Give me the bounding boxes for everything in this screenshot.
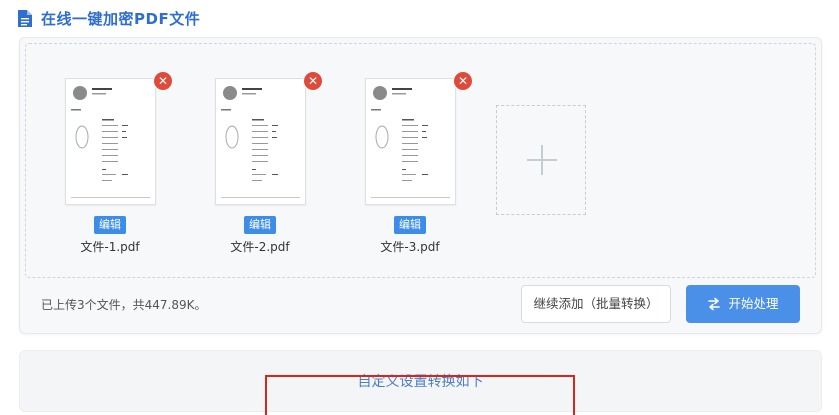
document-icon <box>18 9 32 27</box>
page-header: 在线一键加密PDF文件 <box>18 6 200 30</box>
pdf-preview <box>221 86 300 198</box>
upload-panel: ✕ 编辑 文件-1.pdf ✕ 编辑 文件-2.pdf ✕ 编辑 文件-3.pd… <box>19 37 822 334</box>
edit-file-button[interactable]: 编辑 <box>94 216 126 234</box>
add-file-tile[interactable] <box>496 105 586 215</box>
continue-add-button[interactable]: 继续添加（批量转换） <box>521 285 671 323</box>
file-thumbnail[interactable] <box>215 78 306 205</box>
file-name: 文件-3.pdf <box>380 240 440 254</box>
upload-status: 已上传3个文件，共447.89K。 <box>41 298 207 312</box>
file-name: 文件-1.pdf <box>80 240 140 254</box>
close-icon: ✕ <box>457 74 469 88</box>
pdf-preview <box>371 86 450 198</box>
edit-file-button[interactable]: 编辑 <box>394 216 426 234</box>
file-name: 文件-2.pdf <box>230 240 290 254</box>
start-processing-button[interactable]: 开始处理 <box>686 285 800 323</box>
remove-file-button[interactable]: ✕ <box>154 72 172 90</box>
edit-file-button[interactable]: 编辑 <box>244 216 276 234</box>
remove-file-button[interactable]: ✕ <box>454 72 472 90</box>
remove-file-button[interactable]: ✕ <box>304 72 322 90</box>
close-icon: ✕ <box>307 74 319 88</box>
close-icon: ✕ <box>157 74 169 88</box>
start-button-label: 开始处理 <box>728 296 779 311</box>
page-title: 在线一键加密PDF文件 <box>41 9 201 28</box>
file-drop-zone[interactable]: ✕ 编辑 文件-1.pdf ✕ 编辑 文件-2.pdf ✕ 编辑 文件-3.pd… <box>25 43 816 278</box>
pdf-preview <box>71 86 150 198</box>
file-thumbnail[interactable] <box>65 78 156 205</box>
highlight-box <box>265 375 575 415</box>
swap-icon <box>708 297 721 311</box>
file-thumbnail[interactable] <box>365 78 456 205</box>
